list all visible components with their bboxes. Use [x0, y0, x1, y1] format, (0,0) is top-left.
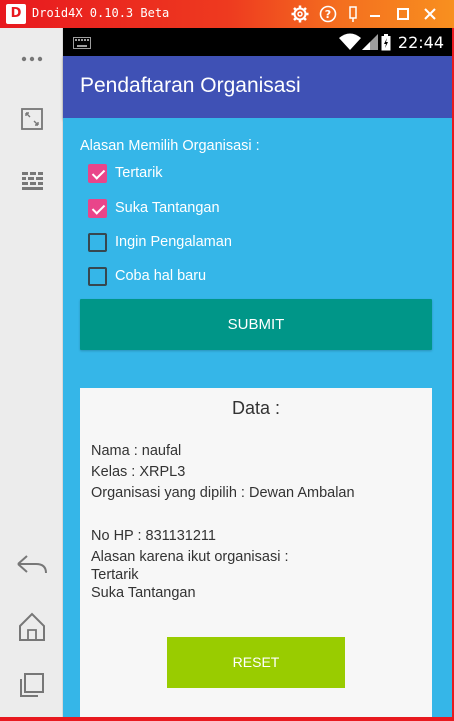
app-title: Pendaftaran Organisasi [80, 74, 301, 97]
checkbox-unchecked-icon[interactable] [88, 233, 107, 252]
maximize-icon[interactable] [392, 3, 414, 25]
more-options-icon[interactable] [12, 44, 52, 84]
help-icon[interactable]: ? [317, 3, 339, 25]
question-label: Alasan Memilih Organisasi : [80, 138, 260, 154]
result-alasan-value: Tertarik [91, 567, 139, 583]
wifi-icon [339, 33, 361, 56]
checkbox-label: Suka Tantangan [115, 200, 220, 216]
keyboard-mapping-icon[interactable] [12, 164, 52, 204]
result-heading: Data : [231, 398, 281, 418]
result-nama: Nama : naufal [91, 443, 182, 459]
fullscreen-icon[interactable] [12, 102, 52, 142]
checkbox-checked-icon[interactable] [88, 164, 107, 183]
app-bar: Pendaftaran Organisasi [63, 56, 452, 118]
home-icon[interactable] [12, 608, 52, 648]
battery-icon [381, 34, 391, 56]
checkbox-unchecked-icon[interactable] [88, 267, 107, 286]
checkbox-label: Tertarik [115, 165, 163, 181]
checkbox-checked-icon[interactable] [88, 199, 107, 218]
result-alasan-label: Alasan karena ikut organisasi : [91, 549, 289, 565]
keyboard-icon [73, 36, 91, 54]
result-alasan-value: Suka Tantangan [91, 585, 196, 601]
android-status-bar: 22:44 [63, 28, 452, 56]
minimize-icon[interactable] [364, 3, 386, 25]
svg-text:?: ? [325, 8, 331, 21]
gear-icon[interactable] [289, 3, 311, 25]
result-no-hp: No HP : 831131211 [91, 528, 216, 544]
checkbox-label: Ingin Pengalaman [115, 234, 232, 250]
main-content: Alasan Memilih Organisasi : Tertarik Suk… [63, 118, 452, 717]
checkbox-label: Coba hal baru [115, 268, 207, 284]
result-organisasi: Organisasi yang dipilih : Dewan Ambalan [91, 485, 355, 501]
recent-apps-icon[interactable] [12, 668, 52, 708]
window-title: Droid4X 0.10.3 Beta [32, 6, 170, 20]
pin-icon[interactable] [342, 3, 364, 25]
reset-button[interactable]: RESET [167, 637, 345, 688]
close-icon[interactable] [419, 3, 441, 25]
back-icon[interactable] [12, 546, 52, 586]
window-frame-bottom [0, 717, 454, 721]
result-card: Data : Nama : naufal Kelas : XRPL3 Organ… [80, 388, 432, 717]
emulator-title-bar: D Droid4X 0.10.3 Beta ? [0, 0, 454, 28]
signal-icon [362, 33, 378, 56]
status-time: 22:44 [397, 33, 444, 52]
droid4x-logo-icon: D [6, 4, 26, 24]
result-kelas: Kelas : XRPL3 [91, 464, 186, 480]
submit-button[interactable]: SUBMIT [80, 299, 432, 350]
emulator-sidebar [0, 28, 63, 721]
